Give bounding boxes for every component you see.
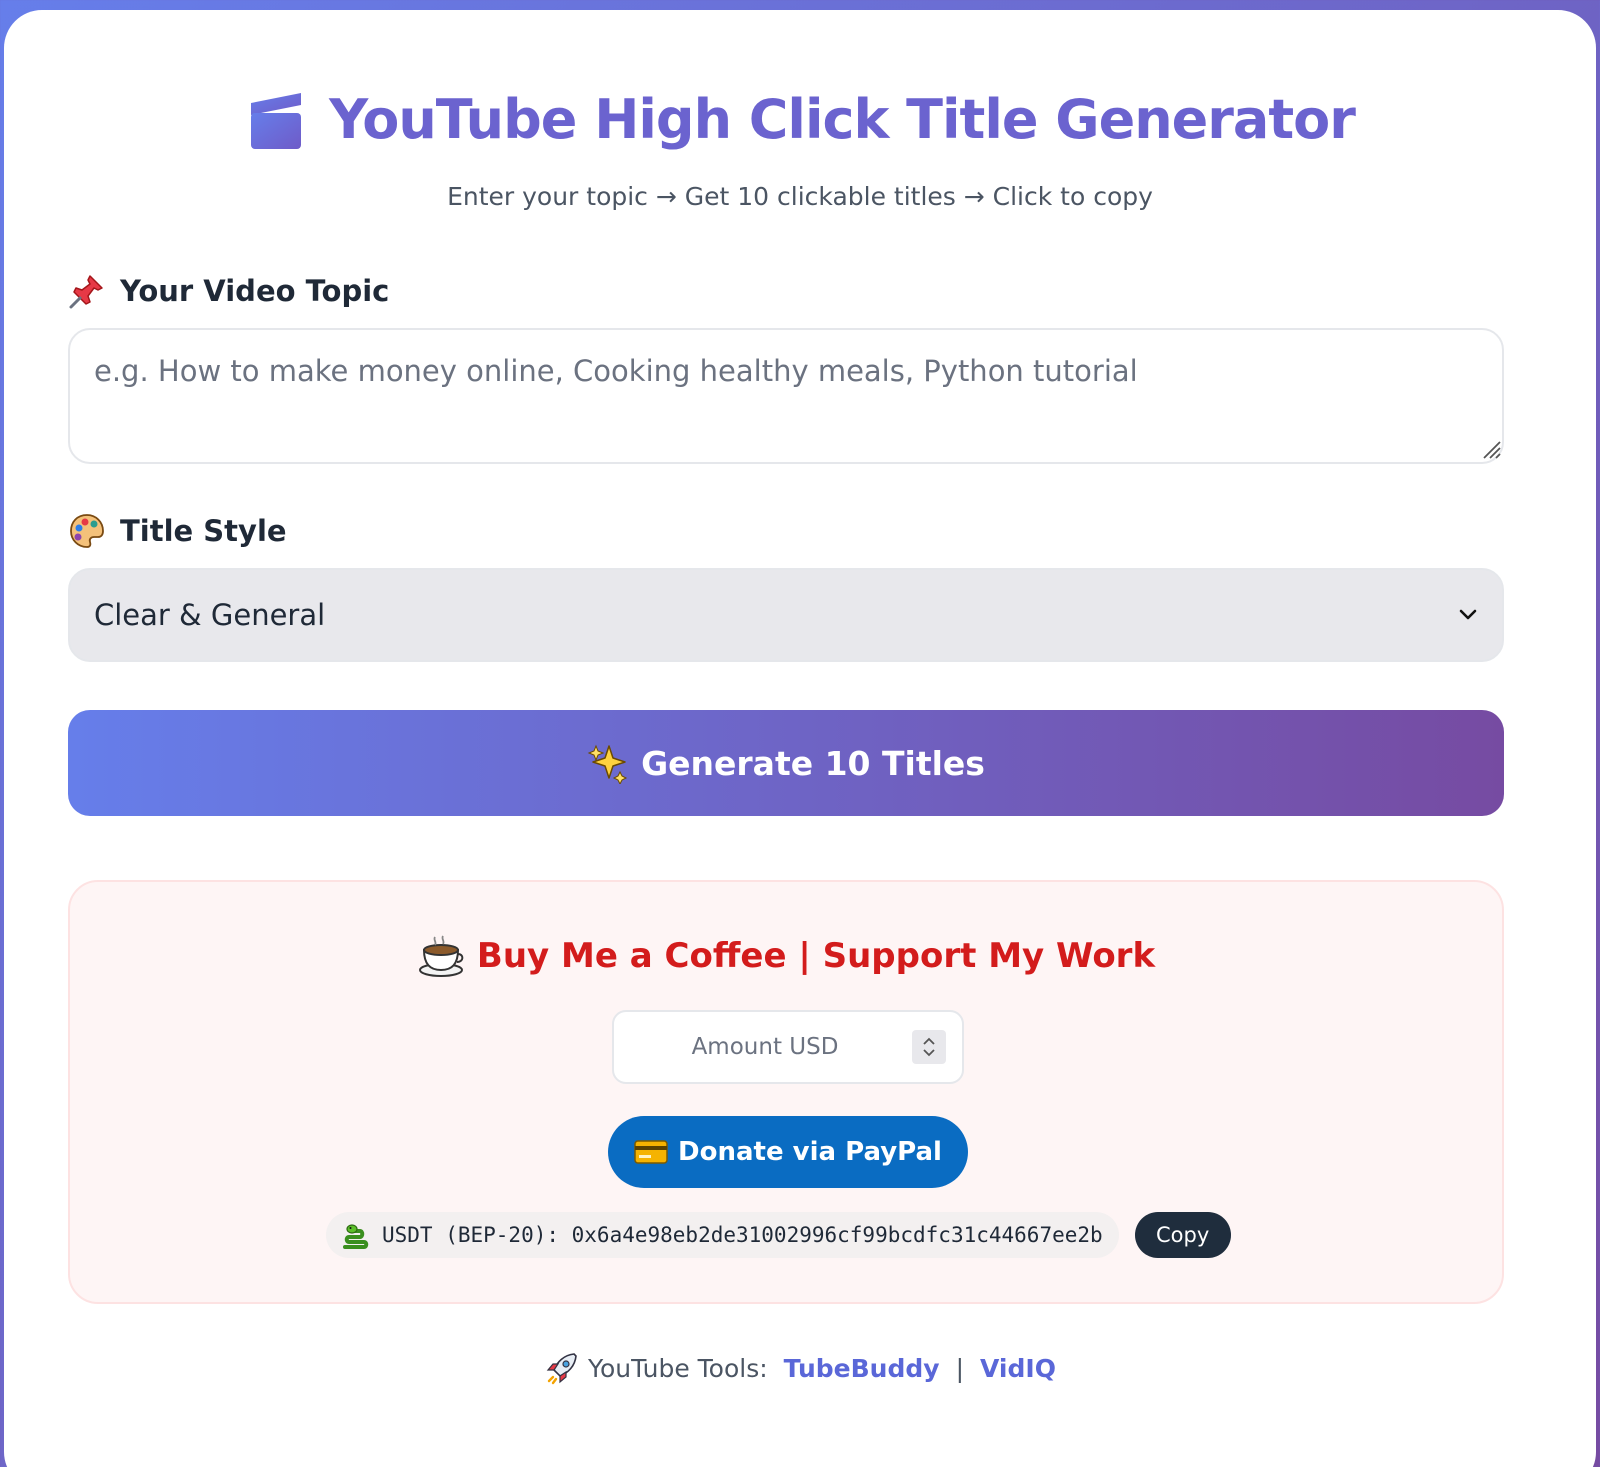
generate-button-label: Generate 10 Titles xyxy=(641,743,985,783)
sparkles-icon xyxy=(587,744,628,784)
usdt-row: USDT (BEP-20): 0x6a4e98eb2de31002996cf99… xyxy=(326,1212,1231,1258)
footer: YouTube Tools: TubeBuddy | VidIQ xyxy=(4,1350,1596,1386)
pushpin-icon xyxy=(69,275,103,309)
amount-input[interactable] xyxy=(618,1016,912,1078)
coffee-icon xyxy=(418,935,464,977)
artist-palette-icon xyxy=(70,514,104,548)
topic-label: Your Video Topic xyxy=(68,272,389,310)
usdt-address-text: USDT (BEP-20): 0x6a4e98eb2de31002996cf99… xyxy=(382,1223,1103,1247)
footer-separator: | xyxy=(955,1353,965,1383)
copy-address-button[interactable]: Copy xyxy=(1134,1212,1231,1258)
title-style-select[interactable]: Clear & General xyxy=(68,568,1504,662)
tubebuddy-link[interactable]: TubeBuddy xyxy=(784,1354,940,1383)
title-style-selected: Clear & General xyxy=(94,598,326,632)
header: YouTube High Click Title Generator xyxy=(4,88,1596,155)
generate-button[interactable]: Generate 10 Titles xyxy=(68,710,1504,816)
main-card: YouTube High Click Title Generator Enter… xyxy=(4,10,1596,1467)
donate-title: Buy Me a Coffee | Support My Work xyxy=(70,932,1502,980)
snake-icon xyxy=(343,1224,369,1249)
paypal-button-label: Donate via PayPal xyxy=(678,1137,942,1167)
donate-title-text: Buy Me a Coffee | Support My Work xyxy=(476,936,1156,976)
credit-card-icon xyxy=(634,1140,668,1164)
usdt-address-pill: USDT (BEP-20): 0x6a4e98eb2de31002996cf99… xyxy=(326,1212,1119,1258)
amount-stepper[interactable] xyxy=(912,1030,946,1064)
rocket-icon xyxy=(546,1353,577,1385)
page-title: YouTube High Click Title Generator xyxy=(329,88,1356,151)
stepper-arrows-icon xyxy=(923,1037,935,1057)
paypal-donate-button[interactable]: Donate via PayPal xyxy=(608,1116,968,1188)
style-label: Title Style xyxy=(68,512,287,550)
vidiq-link[interactable]: VidIQ xyxy=(980,1354,1056,1383)
style-label-text: Title Style xyxy=(120,514,287,548)
chevron-down-icon xyxy=(1459,609,1477,620)
page-subtitle: Enter your topic → Get 10 clickable titl… xyxy=(447,182,1153,211)
clapper-board-icon xyxy=(251,92,302,149)
donate-section: Buy Me a Coffee | Support My Work Donate… xyxy=(68,880,1504,1304)
amount-field[interactable] xyxy=(612,1010,964,1084)
footer-prefix: YouTube Tools: xyxy=(588,1353,768,1383)
resize-grip-icon[interactable] xyxy=(1480,438,1502,460)
topic-label-text: Your Video Topic xyxy=(120,274,390,308)
topic-input[interactable] xyxy=(68,328,1504,464)
